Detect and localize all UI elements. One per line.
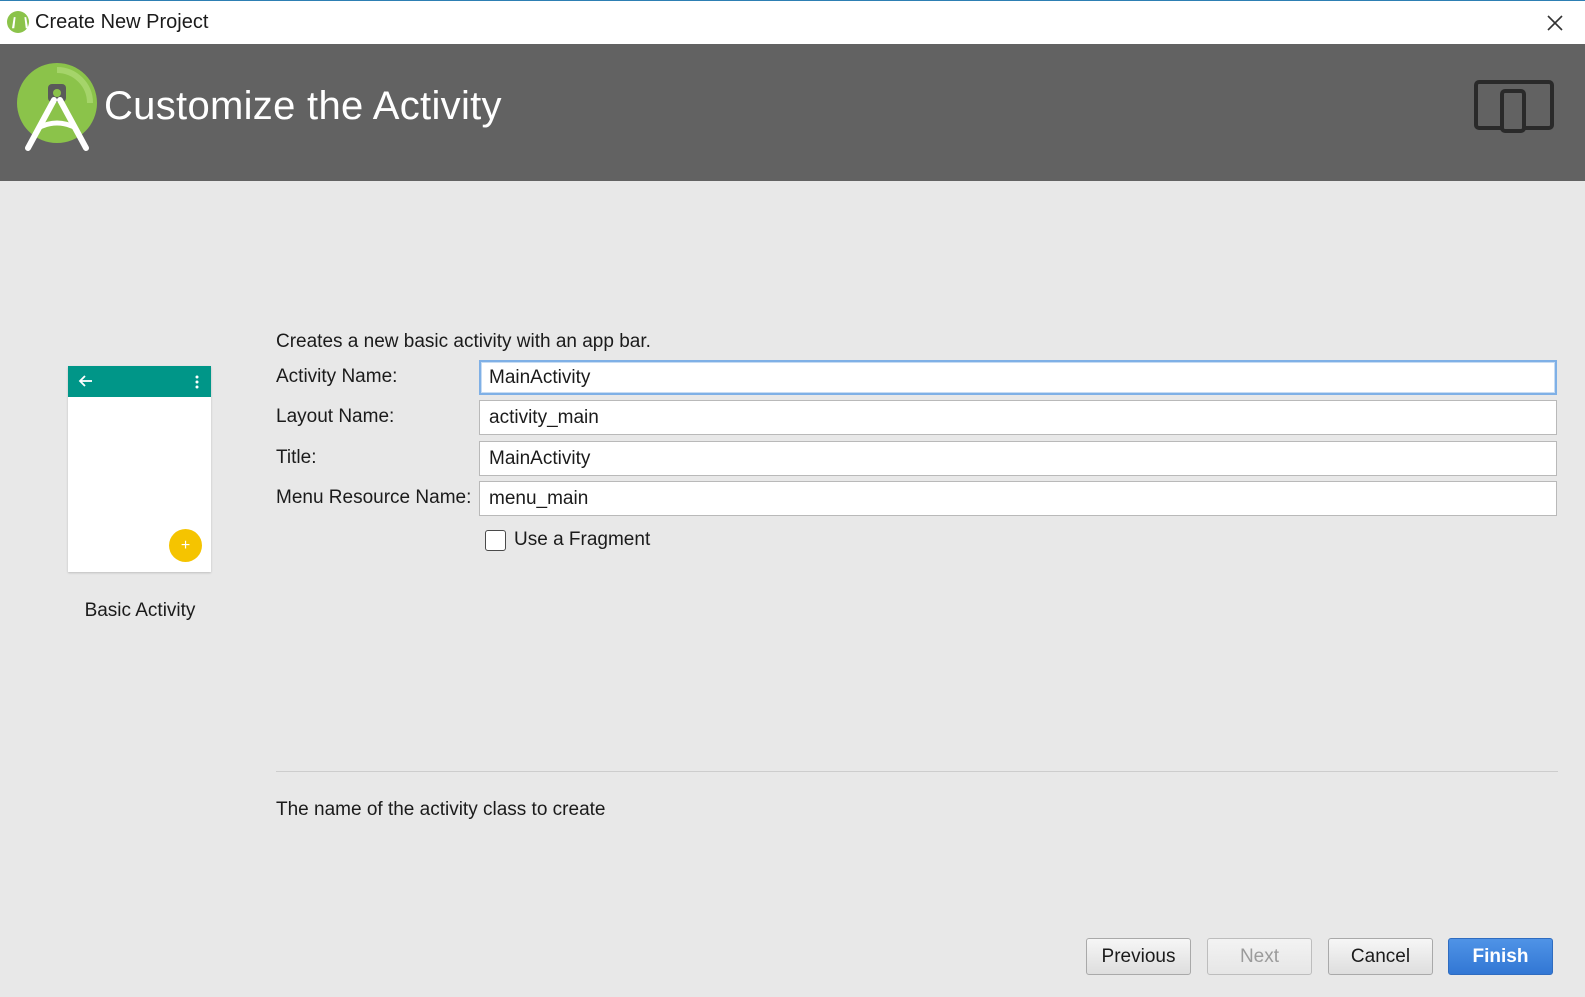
activity-preview-thumbnail: +: [68, 366, 211, 572]
window-title-bar: Create New Project: [0, 0, 1585, 44]
preview-app-bar: [68, 366, 211, 397]
back-arrow-icon: [78, 375, 92, 387]
floating-action-button: +: [169, 529, 202, 562]
next-button[interactable]: Next: [1207, 938, 1312, 975]
template-description: Creates a new basic activity with an app…: [276, 331, 651, 352]
use-fragment-checkbox[interactable]: [485, 529, 506, 551]
page-title: Customize the Activity: [104, 84, 502, 128]
android-studio-logo-icon: [17, 63, 97, 151]
use-fragment-label: Use a Fragment: [514, 529, 651, 550]
activity-name-input[interactable]: [479, 360, 1557, 395]
previous-button[interactable]: Previous: [1086, 938, 1191, 975]
window-title: Create New Project: [35, 11, 209, 33]
close-icon[interactable]: [1538, 7, 1572, 39]
tablet-phone-icon: [1474, 80, 1554, 133]
field-help-text: The name of the activity class to create: [276, 799, 606, 820]
wizard-header: Customize the Activity: [0, 44, 1585, 181]
title-label: Title:: [276, 447, 317, 468]
layout-name-input[interactable]: [479, 400, 1557, 435]
android-studio-icon: [7, 11, 29, 33]
layout-name-label: Layout Name:: [276, 406, 395, 427]
overflow-menu-icon: [195, 375, 199, 389]
menu-resource-name-input[interactable]: [479, 481, 1557, 516]
cancel-button[interactable]: Cancel: [1328, 938, 1433, 975]
title-input[interactable]: [479, 441, 1557, 476]
template-name: Basic Activity: [84, 600, 196, 621]
divider: [276, 771, 1558, 772]
finish-button[interactable]: Finish: [1448, 938, 1553, 975]
menu-resource-name-label: Menu Resource Name:: [276, 487, 472, 508]
activity-name-label: Activity Name:: [276, 366, 398, 387]
use-fragment-checkbox-row[interactable]: Use a Fragment: [485, 528, 650, 552]
